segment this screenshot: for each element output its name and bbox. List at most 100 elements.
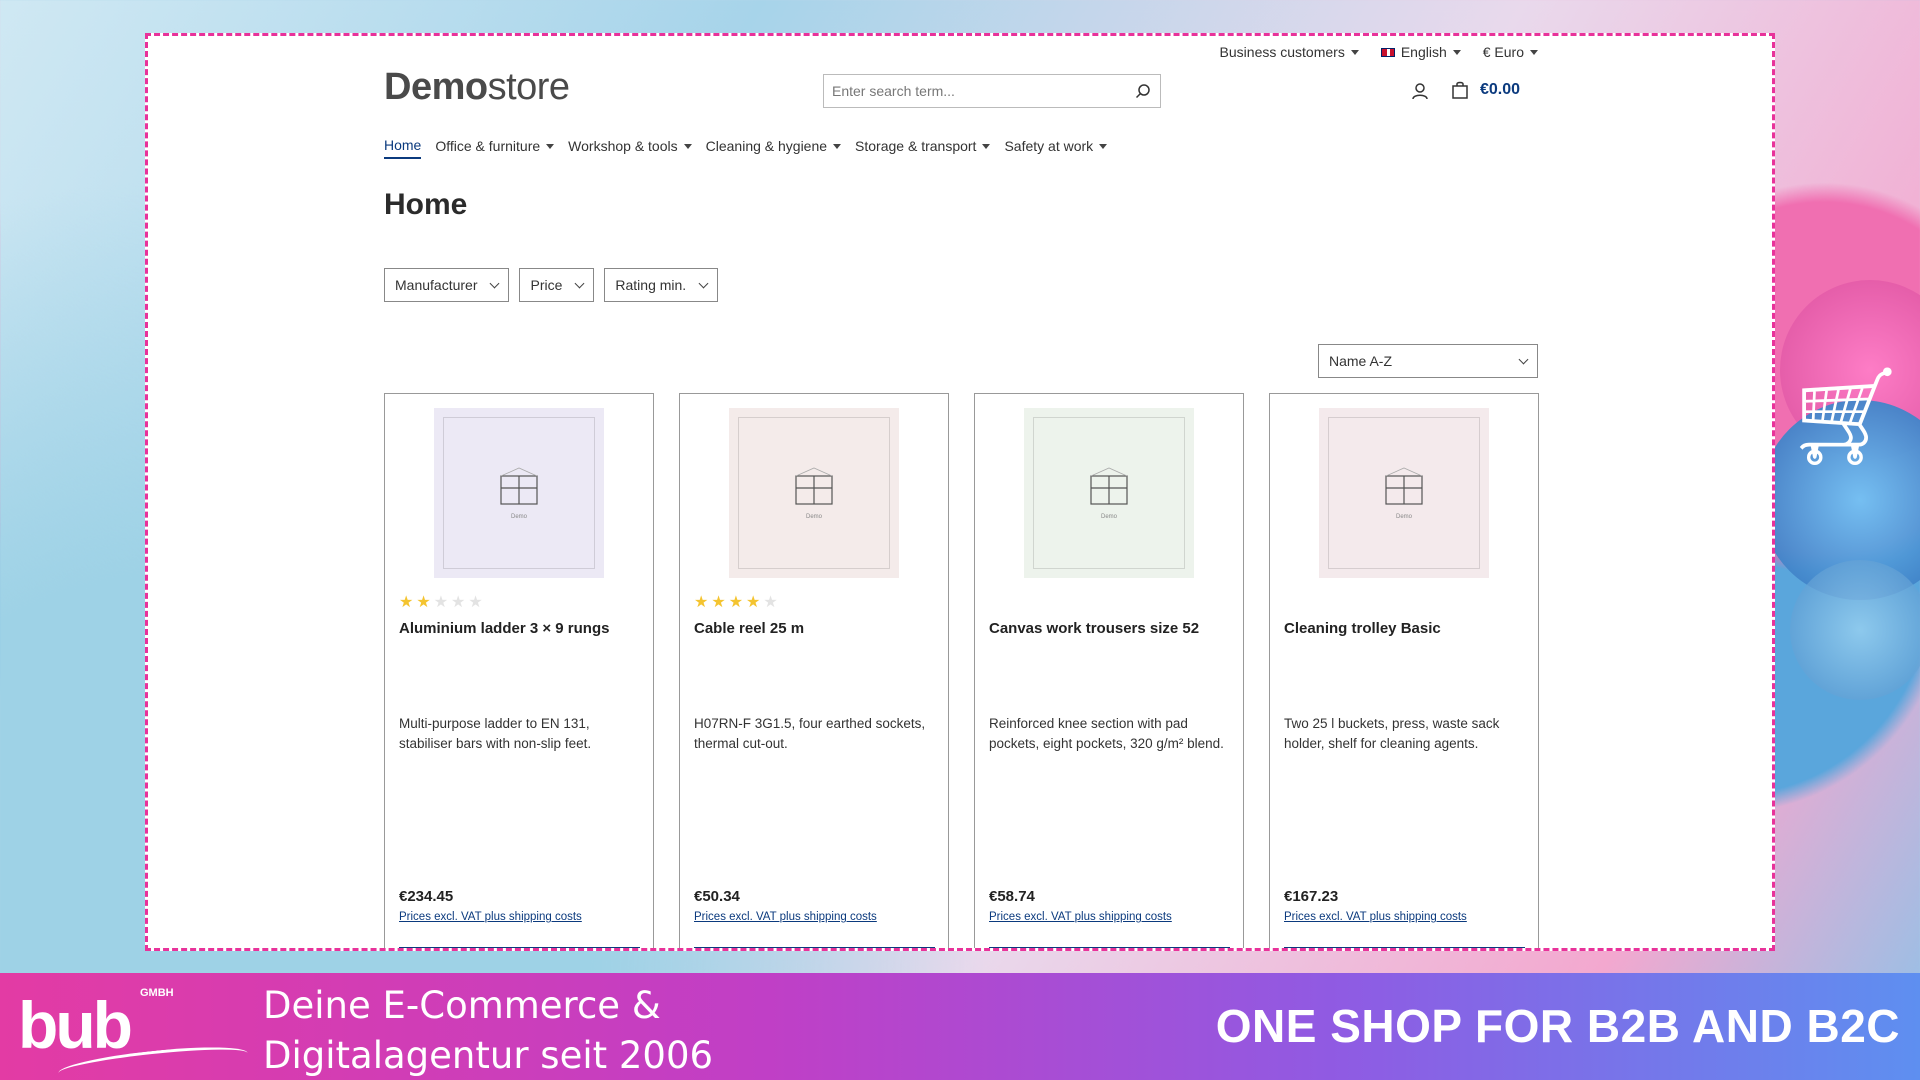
star-icon: ★: [763, 592, 778, 611]
chevron-down-icon: [574, 278, 585, 288]
currency-dropdown[interactable]: € Euro: [1483, 44, 1538, 60]
vat-shipping-link[interactable]: Prices excl. VAT plus shipping costs: [989, 911, 1172, 923]
manufacturer-filter[interactable]: Manufacturer: [384, 268, 510, 302]
caret-down-icon: [833, 143, 842, 149]
nav-item-label: Office & furniture: [435, 138, 541, 154]
sort-select[interactable]: Name A-Z: [1318, 344, 1538, 378]
nav-item-label: Safety at work: [1004, 138, 1094, 154]
logo-light-text: store: [487, 66, 570, 108]
nav-item-label: Storage & transport: [855, 138, 977, 154]
page-title: Home: [384, 188, 468, 221]
caret-down-icon: [1350, 49, 1359, 55]
decorative-blob: [1790, 560, 1920, 700]
language-label: English: [1400, 44, 1447, 60]
product-description: Multi-purpose ladder to EN 131, stabilis…: [399, 716, 592, 751]
nav-item-storage-transport[interactable]: Storage & transport: [855, 137, 991, 159]
product-card[interactable]: Demo ★ ★ ★ ★ ★ Cable reel 25 m H07RN-F 3G1.5, f…: [679, 393, 949, 948]
cart-button[interactable]: €0.00: [1450, 80, 1520, 100]
placeholder-label: Demo: [1395, 514, 1412, 520]
search-input[interactable]: [824, 75, 1126, 107]
star-icon: ★: [433, 592, 449, 611]
user-icon: [1412, 83, 1428, 100]
cart-total: €0.00: [1480, 81, 1521, 98]
rating-filter[interactable]: Rating min.: [604, 268, 719, 302]
agency-logo-text: bub: [18, 988, 133, 1062]
star-icon: ★: [399, 592, 414, 611]
placeholder-label: Demo: [510, 514, 527, 520]
logo-bold-text: Demo: [384, 66, 488, 108]
nav-item-cleaning-hygiene[interactable]: Cleaning & hygiene: [705, 137, 842, 159]
product-name[interactable]: Cleaning trolley Basic: [1284, 620, 1529, 637]
nav-item-label: Home: [384, 137, 422, 153]
star-icon: ★: [416, 592, 431, 611]
shopping-cart-illustration-icon: 🛒︎: [1785, 360, 1907, 472]
search-icon: [1135, 84, 1150, 99]
star-icon: ★: [451, 592, 466, 611]
product-description: Two 25 l buckets, press, waste sack hold…: [1284, 716, 1500, 751]
search-button[interactable]: [1126, 75, 1160, 107]
product-name[interactable]: Cable reel 25 m: [694, 620, 939, 637]
promo-banner: bub GMBH Deine E-Commerce & Digitalagent…: [0, 973, 1920, 1080]
star-icon: ★: [468, 592, 483, 611]
product-price: €167.23: [1284, 888, 1339, 905]
vat-shipping-link[interactable]: Prices excl. VAT plus shipping costs: [1284, 911, 1467, 923]
nav-item-label: Cleaning & hygiene: [705, 138, 828, 154]
nav-item-safety-at-work[interactable]: Safety at work: [1004, 137, 1108, 159]
add-to-cart-button[interactable]: [989, 947, 1230, 948]
product-card[interactable]: Demo Canvas work trousers size 52 Reinforc…: [974, 393, 1244, 948]
add-to-cart-button[interactable]: [694, 947, 935, 948]
product-name[interactable]: Aluminium ladder 3 × 9 rungs: [399, 620, 644, 637]
agency-logo-gmbh: GMBH: [140, 987, 174, 999]
product-rating: ★ ★ ★ ★ ★: [399, 594, 483, 610]
agency-logo: bub GMBH: [18, 983, 249, 1080]
add-to-cart-button[interactable]: [399, 947, 640, 948]
nav-item-label: Workshop & tools: [568, 138, 678, 154]
caret-down-icon: [1530, 49, 1538, 55]
shop-container: Business customers English € Euro Demost…: [384, 36, 1539, 948]
placeholder-box-icon: [1385, 467, 1423, 505]
product-image-placeholder: Demo: [443, 417, 595, 569]
filter-label: Rating min.: [615, 277, 687, 293]
sort-selected-value: Name A-Z: [1329, 353, 1393, 369]
add-to-cart-button[interactable]: [1284, 947, 1525, 948]
product-price: €234.45: [399, 888, 454, 905]
star-icon: ★: [746, 592, 761, 611]
business-customers-dropdown[interactable]: Business customers: [1220, 44, 1359, 60]
caret-down-icon: [546, 143, 555, 149]
store-logo[interactable]: Demostore: [384, 66, 570, 109]
nav-item-workshop-tools[interactable]: Workshop & tools: [568, 137, 692, 159]
product-image[interactable]: Demo: [434, 408, 604, 578]
nav-item-office-furniture[interactable]: Office & furniture: [435, 137, 555, 159]
vat-shipping-link[interactable]: Prices excl. VAT plus shipping costs: [399, 911, 582, 923]
product-price: €58.74: [989, 888, 1035, 905]
uk-flag-icon: [1380, 47, 1395, 57]
placeholder-box-icon: [1090, 467, 1128, 505]
filter-label: Manufacturer: [395, 277, 478, 293]
product-rating: ★ ★ ★ ★ ★: [694, 594, 778, 610]
language-dropdown[interactable]: English: [1380, 44, 1461, 60]
product-price: €50.34: [694, 888, 740, 905]
account-button[interactable]: [1410, 81, 1430, 101]
placeholder-box-icon: [500, 467, 538, 505]
product-card[interactable]: Demo ★ ★ ★ ★ ★ Aluminium ladder 3 × 9 rungs Mul…: [384, 393, 654, 948]
product-image[interactable]: Demo: [1319, 408, 1489, 578]
price-filter[interactable]: Price: [519, 268, 595, 302]
placeholder-label: Demo: [1100, 514, 1117, 520]
shopping-bag-icon: [1452, 81, 1468, 99]
chevron-down-icon: [698, 278, 709, 288]
nav-item-home[interactable]: Home: [384, 137, 422, 159]
product-card[interactable]: Demo Cleaning trolley Basic Two 25 l bucke…: [1269, 393, 1539, 948]
product-name[interactable]: Canvas work trousers size 52: [989, 620, 1234, 637]
placeholder-label: Demo: [805, 514, 822, 520]
product-image[interactable]: Demo: [1024, 408, 1194, 578]
placeholder-box-icon: [795, 467, 833, 505]
chevron-down-icon: [490, 278, 500, 288]
product-image-placeholder: Demo: [1328, 417, 1480, 569]
filter-bar: Manufacturer Price Rating min.: [384, 268, 719, 302]
caret-down-icon: [1452, 49, 1461, 55]
star-icon: ★: [711, 592, 726, 611]
product-image[interactable]: Demo: [729, 408, 899, 578]
vat-shipping-link[interactable]: Prices excl. VAT plus shipping costs: [694, 911, 877, 923]
search-box: [823, 74, 1161, 108]
product-description: Reinforced knee section with pad pockets…: [989, 716, 1224, 751]
